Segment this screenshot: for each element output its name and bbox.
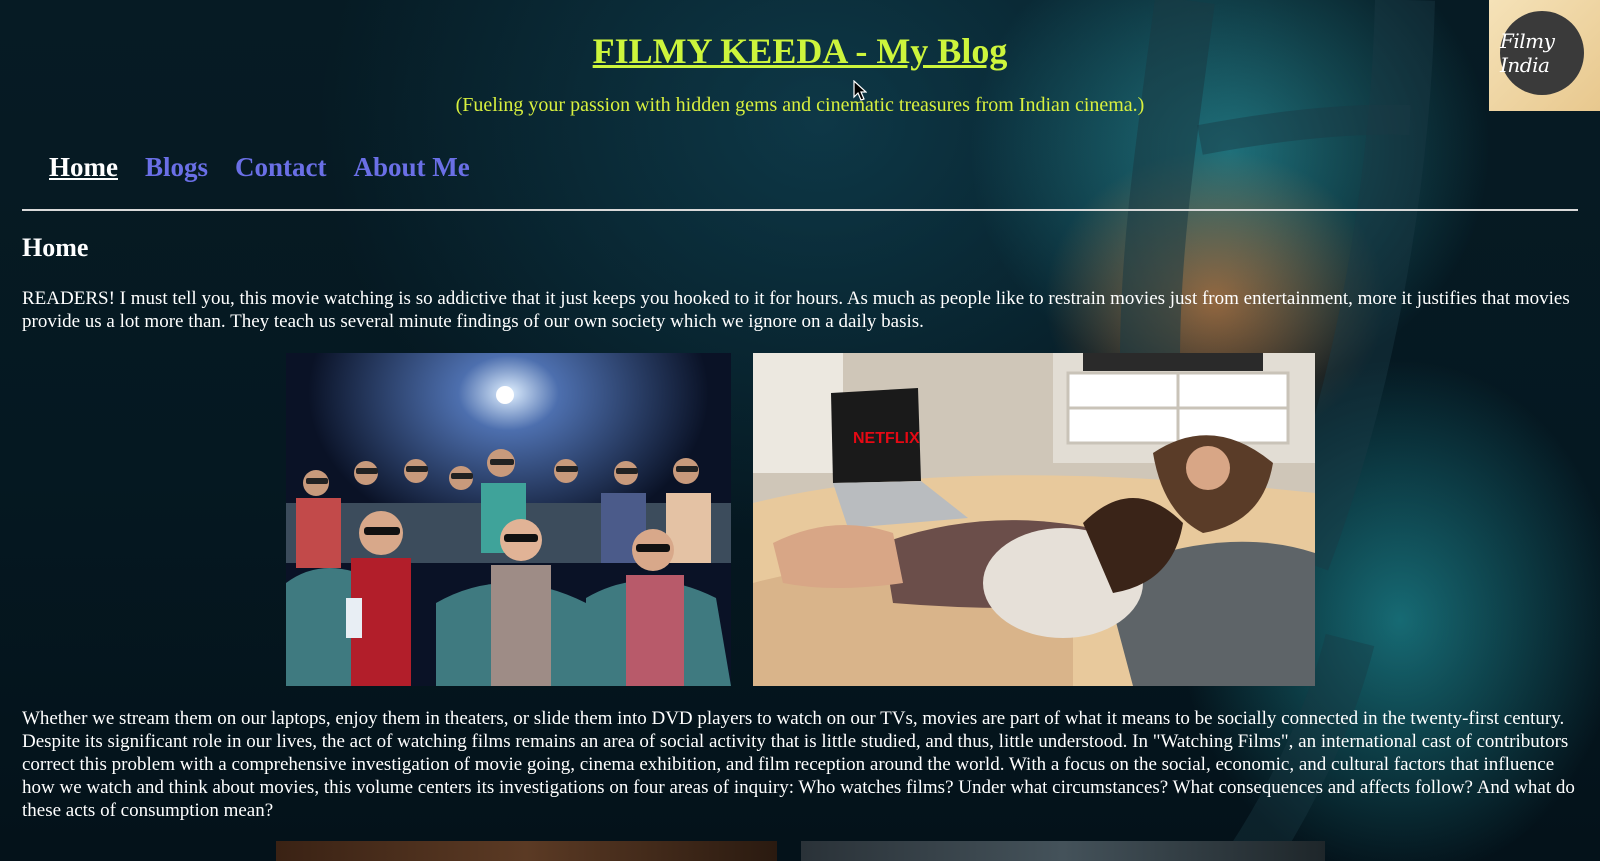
header-divider — [22, 209, 1578, 211]
section-heading: Home — [22, 233, 89, 262]
nav-contact-link[interactable]: Contact — [235, 152, 326, 183]
site-title[interactable]: FILMY KEEDA - My Blog — [0, 30, 1600, 72]
main-nav: Home Blogs Contact About Me — [49, 152, 470, 183]
bottom-image-left — [276, 841, 777, 861]
couple-laptop-image: NETFLIX — [753, 353, 1315, 686]
laptop-brand: NETFLIX — [853, 430, 920, 447]
bottom-image-right — [801, 841, 1325, 861]
nav-about-link[interactable]: About Me — [354, 152, 470, 183]
site-tagline: (Fueling your passion with hidden gems a… — [455, 94, 1145, 116]
mouse-cursor-icon — [853, 80, 867, 101]
nav-home-link[interactable]: Home — [49, 152, 118, 183]
nav-blogs-link[interactable]: Blogs — [145, 152, 208, 183]
main-paragraph: Whether we stream them on our laptops, e… — [22, 708, 1575, 821]
cinema-audience-image — [286, 353, 731, 686]
intro-paragraph: READERS! I must tell you, this movie wat… — [22, 288, 1570, 332]
